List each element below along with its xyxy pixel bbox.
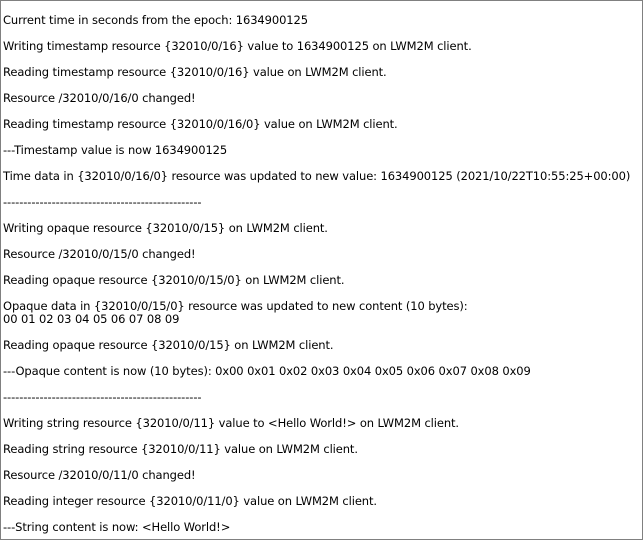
log-separator: ----------------------------------------… xyxy=(3,390,202,404)
console-output-panel: Current time in seconds from the epoch: … xyxy=(0,0,643,540)
log-line-string-changed: Resource /32010/0/11/0 changed! xyxy=(3,468,196,482)
log-line-read-timestamp-instance: Reading timestamp resource {32010/0/16/0… xyxy=(3,117,398,131)
log-line-read-opaque: Reading opaque resource {32010/0/15} on … xyxy=(3,338,334,352)
log-line-read-timestamp: Reading timestamp resource {32010/0/16} … xyxy=(3,65,387,79)
log-line-timestamp-value: ---Timestamp value is now 1634900125 xyxy=(3,143,228,157)
log-line-time-data-updated: Time data in {32010/0/16/0} resource was… xyxy=(3,169,631,183)
log-line-read-opaque-instance: Reading opaque resource {32010/0/15/0} o… xyxy=(3,273,345,287)
log-line-timestamp-changed: Resource /32010/0/16/0 changed! xyxy=(3,91,196,105)
log-line-write-opaque: Writing opaque resource {32010/0/15} on … xyxy=(3,221,328,235)
log-line-opaque-bytes: 00 01 02 03 04 05 06 07 08 09 xyxy=(3,312,180,326)
log-line-write-timestamp: Writing timestamp resource {32010/0/16} … xyxy=(3,39,472,53)
log-line-opaque-data-updated: Opaque data in {32010/0/15/0} resource w… xyxy=(3,299,468,313)
log-line-opaque-changed: Resource /32010/0/15/0 changed! xyxy=(3,247,196,261)
log-separator: ----------------------------------------… xyxy=(3,195,202,209)
log-line-opaque-content: ---Opaque content is now (10 bytes): 0x0… xyxy=(3,364,531,378)
log-line-read-string: Reading string resource {32010/0/11} val… xyxy=(3,442,358,456)
log-line-read-integer: Reading integer resource {32010/0/11/0} … xyxy=(3,494,377,508)
log-line-epoch-time: Current time in seconds from the epoch: … xyxy=(3,13,308,27)
log-line-write-string: Writing string resource {32010/0/11} val… xyxy=(3,416,459,430)
log-line-string-content: ---String content is now: <Hello World!> xyxy=(3,520,231,534)
